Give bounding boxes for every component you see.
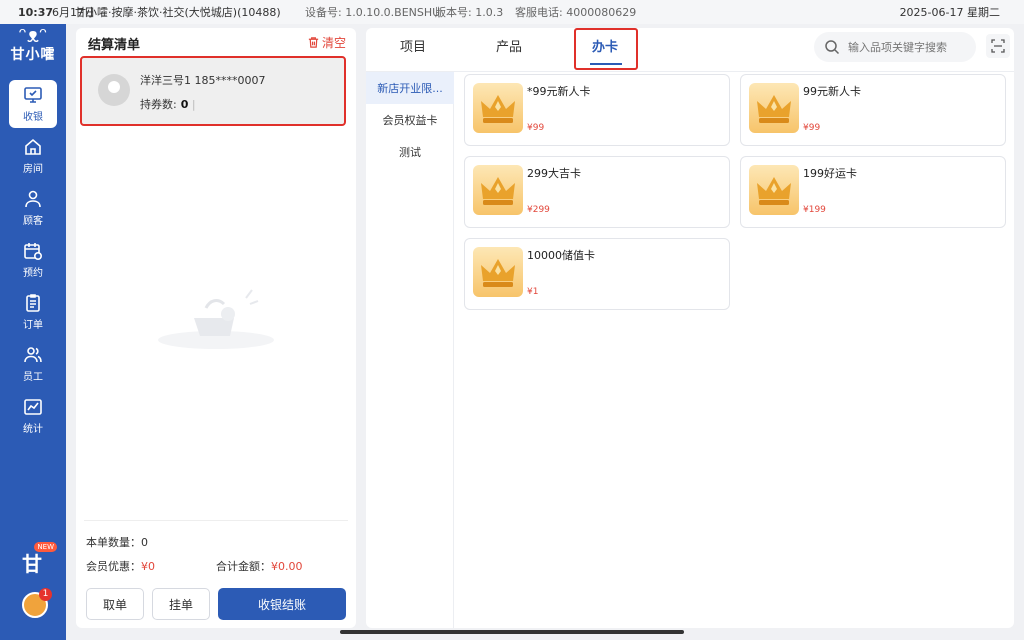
nav-statistics-label: 统计 [23, 424, 43, 435]
search-icon [825, 40, 840, 55]
crown-icon [473, 83, 523, 133]
logo-face: ᵔᴥᵔ [18, 23, 48, 47]
chart-icon [24, 399, 42, 415]
new-badge: NEW [34, 542, 57, 552]
crown-icon [473, 165, 523, 215]
settlement-title: 结算清单 [88, 38, 141, 53]
category-item[interactable]: 测试 [366, 136, 454, 168]
card-item[interactable]: 99元新人卡 ¥99 [740, 74, 1006, 146]
left-nav-rail: ᵔᴥᵔ 甘小嚯 收银 房间 顾客 预约 订单 员工 统计 甘 NEW 1 [0, 24, 66, 640]
home-indicator[interactable] [340, 630, 684, 634]
service-hotline: 客服电话: 4000080629 [515, 6, 637, 19]
device-number: 设备号: 1.0.10.0.BENSHU [305, 6, 441, 19]
scan-icon [991, 39, 1005, 53]
scan-button[interactable] [986, 34, 1010, 58]
category-item[interactable]: 新店开业限... [366, 72, 454, 104]
brand-mini-char: 甘 [22, 552, 42, 576]
calendar-clock-icon [24, 243, 43, 261]
order-count-label: 本单数量： [86, 536, 141, 549]
discount-label: 会员优惠： [86, 560, 141, 573]
status-time: 10:37 [18, 5, 54, 19]
store-name: 甘小嚯·按摩·茶饮·社交(大悦城店)(10488) [75, 6, 281, 19]
home-icon [25, 138, 41, 155]
member-discount: 会员优惠：¥0 [86, 558, 155, 574]
order-count-value: 0 [141, 536, 148, 549]
card-name: 99元新人卡 [803, 85, 861, 98]
order-list-icon [26, 294, 40, 312]
search-input[interactable] [848, 40, 968, 54]
tab-services[interactable]: 项目 [400, 36, 426, 55]
category-list: 新店开业限... 会员权益卡 测试 [366, 72, 454, 628]
nav-statistics[interactable]: 统计 [9, 392, 57, 440]
crown-icon [473, 247, 523, 297]
trash-icon [308, 37, 319, 48]
brand-logo: ᵔᴥᵔ 甘小嚯 [8, 24, 58, 70]
notification-badge: 1 [39, 588, 52, 601]
nav-staff-label: 员工 [23, 372, 43, 383]
discount-value: ¥0 [141, 560, 155, 573]
take-order-button[interactable]: 取单 [86, 588, 144, 620]
card-name: 10000储值卡 [527, 249, 595, 262]
nav-rooms[interactable]: 房间 [9, 132, 57, 180]
total-value: ¥0.00 [271, 560, 303, 573]
card-item[interactable]: 10000储值卡 ¥1 [464, 238, 730, 310]
coupons-label: 持券数: [140, 98, 177, 111]
checkout-button[interactable]: 收银结账 [218, 588, 346, 620]
clear-label: 清空 [321, 36, 346, 50]
version-number: 版本号: 1.0.3 [435, 6, 504, 19]
nav-customers-label: 顾客 [23, 216, 43, 227]
logo-brand-text: 甘小嚯 [10, 47, 56, 63]
user-icon [25, 190, 41, 208]
card-item[interactable]: 299大吉卡 ¥299 [464, 156, 730, 228]
card-price: ¥99 [803, 123, 821, 133]
coupons-value: 0 [180, 98, 189, 111]
staff-icon [24, 347, 42, 363]
member-coupons: 持券数: 0 | [140, 98, 196, 111]
search-box[interactable] [814, 32, 976, 62]
card-name: *99元新人卡 [527, 85, 591, 98]
category-item[interactable]: 会员权益卡 [366, 104, 454, 136]
card-item[interactable]: 199好运卡 ¥199 [740, 156, 1006, 228]
crown-icon [749, 165, 799, 215]
nav-appointments[interactable]: 预约 [9, 236, 57, 284]
status-bar: 10:37 6月17日 甘小嚯·按摩·茶饮·社交(大悦城店)(10488) 设备… [0, 0, 1024, 24]
card-price: ¥99 [527, 123, 545, 133]
member-card[interactable]: 洋洋三号1 185****0007 持券数: 0 | [80, 56, 346, 126]
monitor-icon [24, 87, 42, 103]
total-amount: 合计金额：¥0.00 [216, 558, 303, 574]
nav-orders-label: 订单 [23, 320, 43, 331]
hold-order-button[interactable]: 挂单 [152, 588, 210, 620]
crown-icon [749, 83, 799, 133]
order-count: 本单数量：0 [86, 534, 148, 550]
card-price: ¥199 [803, 205, 826, 215]
user-avatar[interactable]: 1 [22, 588, 52, 618]
member-avatar [98, 74, 130, 106]
status-date-weekday: 2025-06-17 星期二 [899, 6, 1000, 19]
active-tab-underline [590, 63, 622, 65]
nav-appointments-label: 预约 [23, 268, 43, 279]
nav-cashier[interactable]: 收银 [9, 80, 57, 128]
summary-divider [84, 520, 348, 521]
catalog-panel: 项目 产品 办卡 新店开业限... 会员权益卡 测试 *99元新人卡 ¥99 [366, 28, 1014, 628]
empty-cart-illustration [158, 289, 274, 349]
catalog-tabs: 项目 产品 办卡 [366, 28, 1014, 72]
card-price: ¥1 [527, 287, 539, 297]
nav-rooms-label: 房间 [23, 164, 43, 175]
tab-products[interactable]: 产品 [496, 36, 522, 55]
card-item[interactable]: *99元新人卡 ¥99 [464, 74, 730, 146]
settlement-panel: 结算清单 清空 洋洋三号1 185****0007 持券数: 0 | 本单数量：0… [76, 28, 356, 628]
total-label: 合计金额： [216, 560, 271, 573]
card-name: 199好运卡 [803, 167, 857, 180]
brand-mini-icon[interactable]: 甘 NEW [17, 542, 57, 576]
nav-cashier-label: 收银 [23, 112, 43, 123]
nav-orders[interactable]: 订单 [9, 288, 57, 336]
clear-button[interactable]: 清空 [307, 34, 346, 51]
card-price: ¥299 [527, 205, 550, 215]
member-name: 洋洋三号1 185****0007 [140, 74, 266, 87]
nav-customers[interactable]: 顾客 [9, 184, 57, 232]
nav-staff[interactable]: 员工 [9, 340, 57, 388]
card-name: 299大吉卡 [527, 167, 581, 180]
